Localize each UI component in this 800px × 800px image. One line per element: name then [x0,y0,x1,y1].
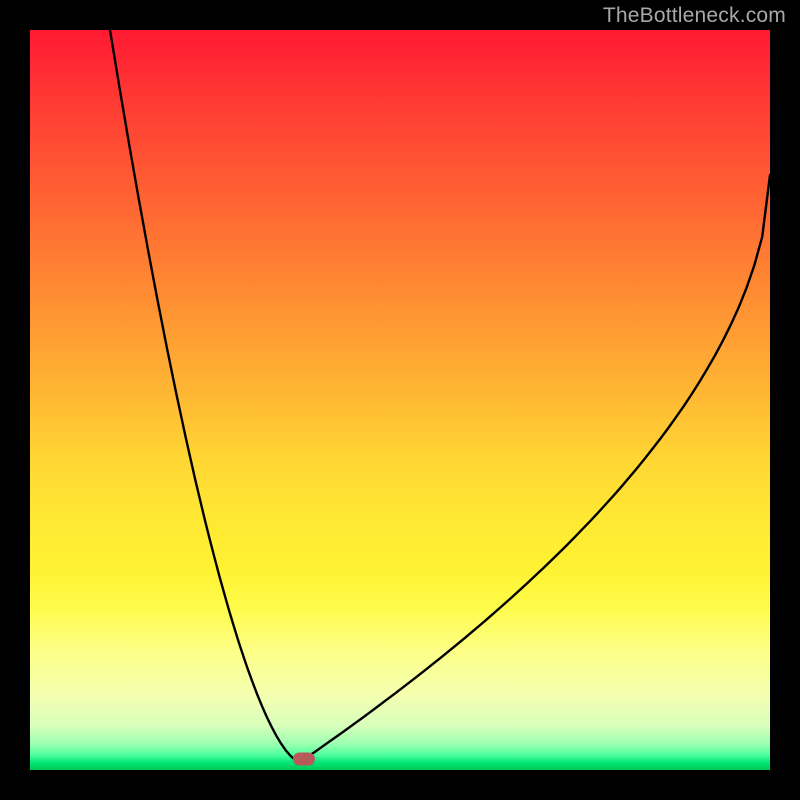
optimal-point-marker [293,752,315,765]
plot-area [30,30,770,770]
bottleneck-curve [110,30,770,762]
watermark-text: TheBottleneck.com [603,4,786,28]
curve-svg [30,30,770,770]
chart-frame: TheBottleneck.com [0,0,800,800]
